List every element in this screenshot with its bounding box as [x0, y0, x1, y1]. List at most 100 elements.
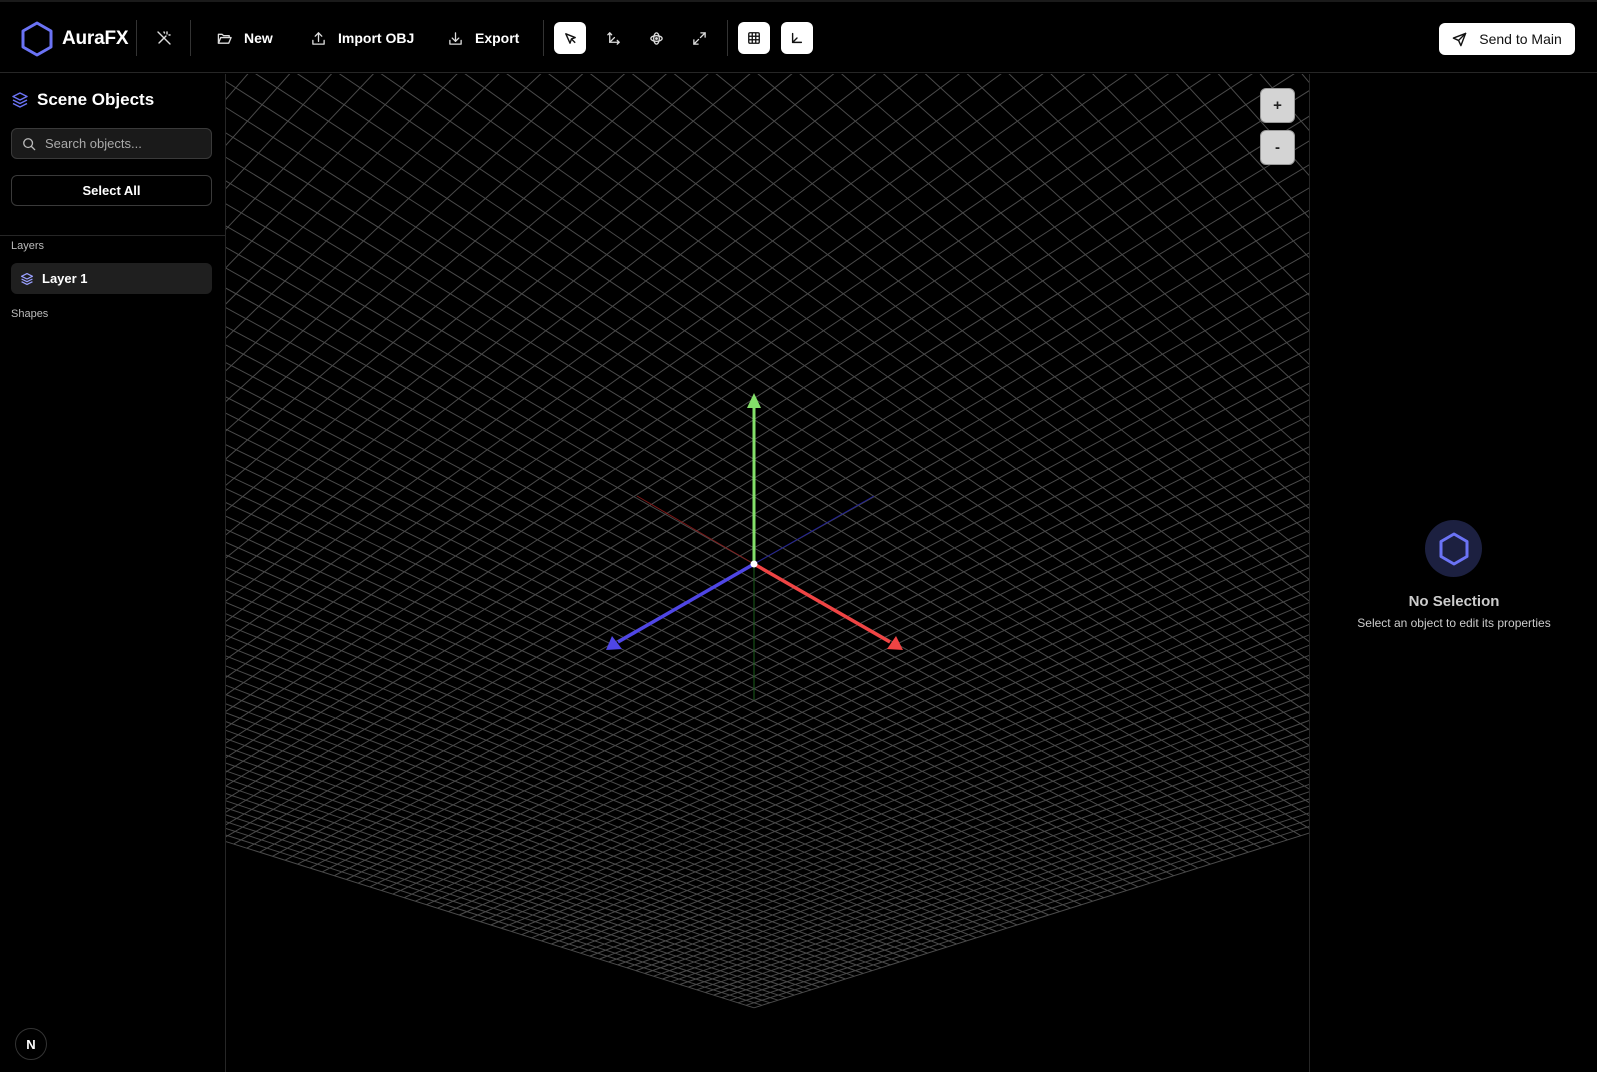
top-toolbar: AuraFX New Import OBJ Export Send to Mai… [0, 0, 1597, 73]
negative-x-axis-line [636, 495, 755, 565]
hexagon-icon [1439, 532, 1468, 565]
toggle-grid-button[interactable] [738, 22, 770, 54]
search-objects-input[interactable] [45, 136, 195, 151]
properties-panel: No Selection Select an object to edit it… [1309, 74, 1597, 1072]
export-label: Export [475, 30, 520, 46]
grid-line [226, 74, 1253, 744]
import-obj-label: Import OBJ [338, 30, 415, 46]
grid-line [226, 246, 1275, 845]
app-name: AuraFX [62, 28, 129, 49]
grid-line [226, 834, 763, 1006]
grid-line [369, 431, 1309, 888]
grid-line [506, 74, 1309, 662]
toggle-axes-button[interactable] [781, 22, 813, 54]
grid-line [415, 489, 1309, 902]
scene-canvas[interactable] [226, 74, 1309, 1072]
grid-line [226, 624, 987, 936]
sidebar-title: Scene Objects [11, 90, 154, 110]
grid-line [247, 74, 1309, 644]
grid-line [226, 74, 1309, 664]
select-all-button[interactable]: Select All [11, 175, 212, 206]
grid-line [226, 396, 1174, 877]
n-badge[interactable]: N [15, 1028, 47, 1060]
grid-line [281, 74, 1309, 637]
rotate-tool-button[interactable] [640, 22, 672, 54]
grid-line [531, 623, 1309, 939]
grid-line [226, 74, 1309, 657]
grid-line [631, 74, 1309, 602]
no-selection-subtitle: Select an object to edit its properties [1357, 616, 1551, 630]
sidebar-title-text: Scene Objects [37, 90, 155, 109]
axis-corner-icon [791, 32, 803, 44]
grid-line [255, 74, 1309, 761]
toolbar-divider [727, 20, 728, 56]
magic-wand-off-icon [157, 31, 171, 45]
sidebar-divider [0, 235, 225, 236]
send-to-main-button[interactable]: Send to Main [1439, 23, 1575, 55]
select-tool-button[interactable] [554, 22, 586, 54]
grid-line [226, 74, 877, 581]
shapes-section-label: Shapes [11, 308, 49, 320]
negative-z-axis-line [753, 495, 875, 565]
grid-line [580, 74, 1309, 587]
export-button[interactable]: Export [448, 22, 519, 54]
grid-line [226, 80, 1309, 776]
upload-icon [312, 31, 325, 45]
x-axis-line [753, 562, 891, 644]
zoom-out-button[interactable]: - [1260, 130, 1295, 165]
download-icon [449, 31, 462, 45]
send-icon [1452, 32, 1467, 46]
grid-line [226, 74, 626, 432]
grid-line [226, 74, 1294, 651]
search-icon [23, 137, 36, 150]
select-cursor-icon [564, 32, 576, 44]
layers-icon [20, 272, 34, 285]
grid-line [226, 74, 1309, 670]
toolbar-divider [136, 20, 137, 56]
ground-grid [226, 74, 1309, 1009]
grid-icon [748, 32, 760, 44]
layer-item[interactable]: Layer 1 [11, 263, 212, 294]
scene-objects-sidebar: Scene Objects Select All Layers Layer 1 … [0, 74, 226, 1072]
grid-line [226, 721, 891, 966]
grid-line [226, 344, 1211, 865]
grid-line [458, 542, 1309, 916]
grid-line [226, 74, 1153, 624]
move-tool-button[interactable] [597, 22, 629, 54]
app-logo[interactable]: AuraFX [20, 20, 129, 58]
layers-section-label: Layers [11, 240, 45, 252]
grid-line [226, 74, 754, 564]
axis-gizmo[interactable] [606, 393, 903, 700]
3d-viewport[interactable]: + - [226, 74, 1309, 1072]
grid-line [226, 444, 1139, 888]
grid-line [226, 74, 1309, 670]
grid-line [226, 209, 1309, 838]
grid-line [392, 461, 1309, 895]
grid-line [226, 379, 1187, 873]
toggle-snap-button[interactable] [148, 22, 180, 54]
grid-line [882, 74, 1309, 456]
toolbar-divider [543, 20, 544, 56]
new-button[interactable]: New [217, 22, 273, 54]
import-obj-button[interactable]: Import OBJ [311, 22, 414, 54]
search-box [11, 128, 212, 159]
grid-line [309, 348, 1309, 869]
grid-line [297, 330, 1309, 865]
scale-tool-button[interactable] [683, 22, 715, 54]
hexagon-logo-icon [21, 21, 53, 57]
zoom-in-button[interactable]: + [1260, 88, 1295, 123]
grid-line [226, 74, 1309, 657]
grid-line [226, 74, 1309, 664]
z-axis-line [617, 562, 755, 644]
rotate-icon [649, 31, 663, 45]
no-selection-badge [1425, 520, 1482, 577]
grid-line [226, 74, 1002, 642]
move-axes-icon [606, 31, 620, 45]
folder-open-icon [217, 33, 232, 44]
no-selection-title: No Selection [1408, 593, 1500, 610]
toolbar-divider [190, 20, 191, 56]
send-to-main-label: Send to Main [1479, 31, 1562, 47]
layers-icon [12, 92, 28, 108]
scale-expand-icon [692, 31, 706, 45]
grid-line [226, 74, 1191, 630]
